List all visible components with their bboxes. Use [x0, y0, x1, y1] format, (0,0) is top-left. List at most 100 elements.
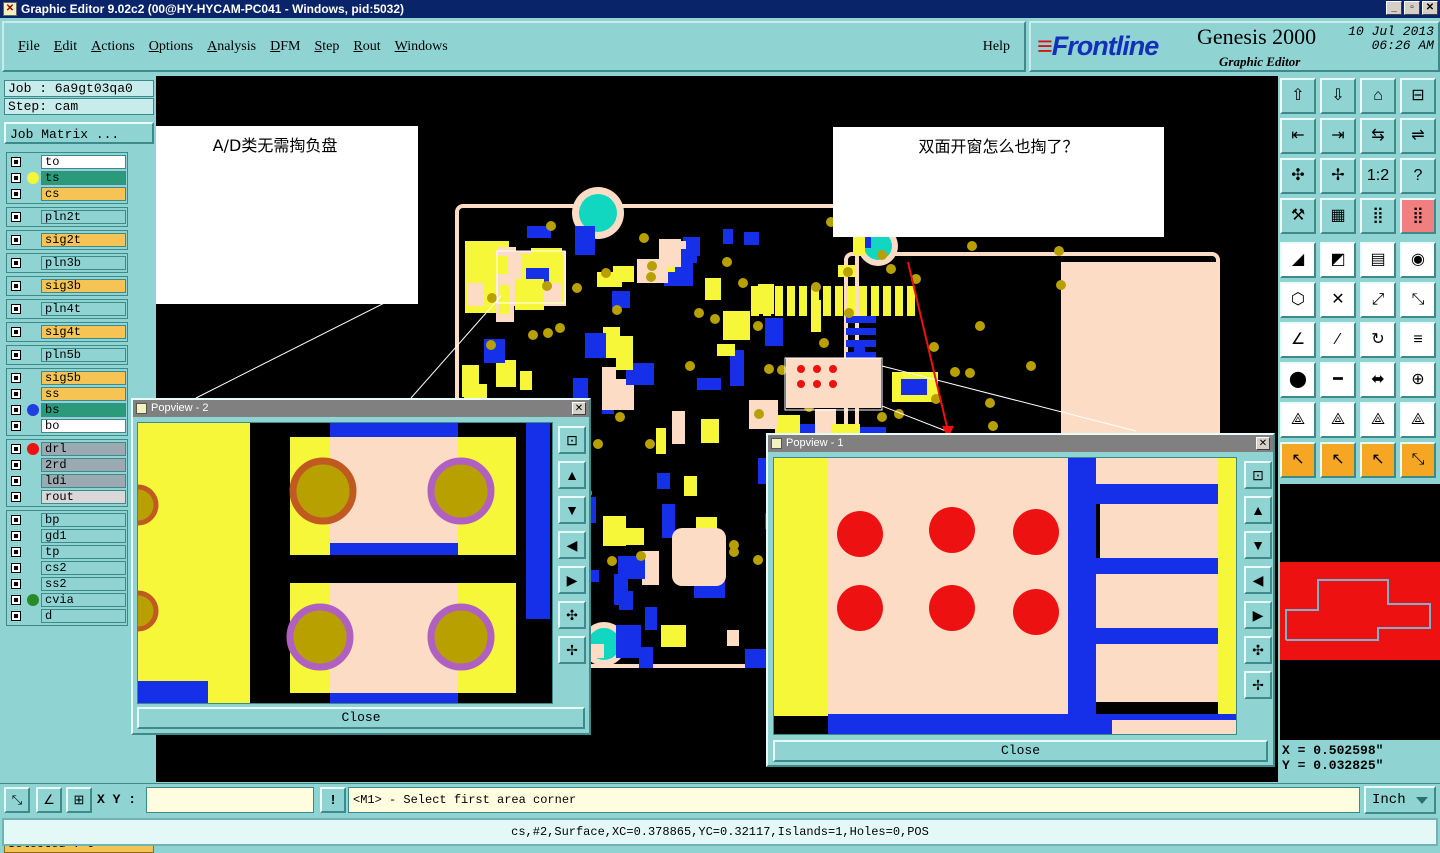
layer-row-2rd[interactable]: 2rd	[7, 457, 127, 473]
layer-checkbox[interactable]	[11, 531, 21, 541]
layer-name[interactable]: tp	[41, 545, 126, 559]
tool-button-icon[interactable]: ⟁	[1360, 402, 1396, 438]
popview-1-title-bar[interactable]: Popview - 1 ✕	[768, 435, 1273, 452]
layer-name[interactable]: cs2	[41, 561, 126, 575]
layer-row-tp[interactable]: tp	[7, 544, 127, 560]
layer-checkbox[interactable]	[11, 327, 21, 337]
layer-name[interactable]: d	[41, 609, 126, 623]
layer-checkbox[interactable]	[11, 579, 21, 589]
layer-name[interactable]: pln5b	[41, 348, 126, 362]
popview-1-canvas[interactable]	[773, 457, 1237, 735]
tool-button-icon[interactable]: ⇤	[1280, 118, 1316, 154]
menu-help[interactable]: Help	[983, 39, 1010, 55]
popview-2-canvas[interactable]	[137, 422, 553, 704]
popview-1-window[interactable]: Popview - 1 ✕ ⊡ ▲ ▼ ◀ ▶ ✣ ✢ Close	[766, 433, 1275, 767]
tool-button-icon[interactable]: ⣿	[1360, 198, 1396, 234]
menu-rout[interactable]: Rout	[353, 39, 380, 55]
tool-button-icon[interactable]: ✕	[1320, 282, 1356, 318]
layer-checkbox[interactable]	[11, 189, 21, 199]
layer-checkbox[interactable]	[11, 547, 21, 557]
pan-down-icon[interactable]: ▼	[1244, 531, 1272, 559]
layer-name[interactable]: to	[41, 155, 126, 169]
tool-button-icon[interactable]: ✣	[1280, 158, 1316, 194]
layer-name[interactable]: sig4t	[41, 325, 126, 339]
popview-1-close-button[interactable]: Close	[773, 740, 1268, 762]
measure-icon[interactable]: ∠	[36, 787, 62, 813]
zoom-fit-icon[interactable]: ⊡	[1244, 461, 1272, 489]
layer-checkbox[interactable]	[11, 563, 21, 573]
layer-row-bs[interactable]: bs	[7, 402, 127, 418]
zoom-in-icon[interactable]: ✢	[1244, 671, 1272, 699]
layer-row-ss2[interactable]: ss2	[7, 576, 127, 592]
layer-checkbox[interactable]	[11, 476, 21, 486]
pan-right-icon[interactable]: ▶	[1244, 601, 1272, 629]
tool-button-icon[interactable]: ≡	[1400, 322, 1436, 358]
layer-row-ts[interactable]: ts	[7, 170, 127, 186]
tool-button-icon[interactable]: ⚒	[1280, 198, 1316, 234]
menu-file[interactable]: File	[18, 39, 40, 55]
pan-up-icon[interactable]: ▲	[1244, 496, 1272, 524]
layer-checkbox[interactable]	[11, 611, 21, 621]
layer-checkbox[interactable]	[11, 235, 21, 245]
grid-icon[interactable]: ⊞	[66, 787, 92, 813]
layer-checkbox[interactable]	[11, 460, 21, 470]
layer-checkbox[interactable]	[11, 595, 21, 605]
maximize-button[interactable]: ▫	[1404, 1, 1420, 15]
tool-button-icon[interactable]: ↻	[1360, 322, 1396, 358]
popview-2-title-bar[interactable]: Popview - 2 ✕	[133, 400, 589, 417]
layer-name[interactable]: sig5b	[41, 371, 126, 385]
tool-button-icon[interactable]: ⣿	[1400, 198, 1436, 234]
warning-icon[interactable]: !	[320, 787, 346, 813]
popview-2-close-icon[interactable]: ✕	[572, 402, 586, 415]
tool-button-icon[interactable]: ⟁	[1280, 402, 1316, 438]
layer-name[interactable]: gd1	[41, 529, 126, 543]
layer-checkbox[interactable]	[11, 421, 21, 431]
tool-button-icon[interactable]: ⤢	[1360, 282, 1396, 318]
minimize-button[interactable]: _	[1386, 1, 1402, 15]
menu-analysis[interactable]: Analysis	[207, 39, 256, 55]
pan-left-icon[interactable]: ◀	[1244, 566, 1272, 594]
menu-windows[interactable]: Windows	[395, 39, 448, 55]
tool-button-icon[interactable]: ⊕	[1400, 362, 1436, 398]
menu-step[interactable]: Step	[314, 39, 339, 55]
xy-input[interactable]	[146, 787, 314, 813]
layer-name[interactable]: bo	[41, 419, 126, 433]
tool-button-icon[interactable]: ⇆	[1360, 118, 1396, 154]
layer-checkbox[interactable]	[11, 173, 21, 183]
popview-1-close-icon[interactable]: ✕	[1256, 437, 1270, 450]
layer-name[interactable]: pln2t	[41, 210, 126, 224]
layer-row-ss[interactable]: ss	[7, 386, 127, 402]
layer-name[interactable]: sig3b	[41, 279, 126, 293]
tool-button-icon[interactable]: ⇥	[1320, 118, 1356, 154]
layer-row-sig2t[interactable]: sig2t	[7, 232, 127, 248]
tool-button-icon[interactable]: ⇩	[1320, 78, 1356, 114]
layer-checkbox[interactable]	[11, 258, 21, 268]
layer-row-bp[interactable]: bp	[7, 512, 127, 528]
layer-name[interactable]: pln4t	[41, 302, 126, 316]
layer-checkbox[interactable]	[11, 212, 21, 222]
unit-selector[interactable]: Inch	[1364, 786, 1436, 814]
tool-button-icon[interactable]: ⇌	[1400, 118, 1436, 154]
layer-name[interactable]: ss	[41, 387, 126, 401]
layer-row-pln2t[interactable]: pln2t	[7, 209, 127, 225]
layer-checkbox[interactable]	[11, 373, 21, 383]
tool-button-icon[interactable]: ▤	[1360, 242, 1396, 278]
pan-right-icon[interactable]: ▶	[558, 566, 586, 594]
tool-button-icon[interactable]: ∠	[1280, 322, 1316, 358]
layer-row-sig4t[interactable]: sig4t	[7, 324, 127, 340]
layer-checkbox[interactable]	[11, 157, 21, 167]
pan-down-icon[interactable]: ▼	[558, 496, 586, 524]
layer-name[interactable]: sig2t	[41, 233, 126, 247]
layer-row-sig3b[interactable]: sig3b	[7, 278, 127, 294]
layer-name[interactable]: cs	[41, 187, 126, 201]
layer-name[interactable]: rout	[41, 490, 126, 504]
tool-button-icon[interactable]: ∕	[1320, 322, 1356, 358]
tool-button-icon[interactable]: ⤡	[1400, 282, 1436, 318]
tool-button-icon[interactable]: ▦	[1320, 198, 1356, 234]
layer-checkbox[interactable]	[11, 515, 21, 525]
layer-name[interactable]: ts	[41, 171, 126, 185]
layer-name[interactable]: drl	[41, 442, 126, 456]
zoom-out-icon[interactable]: ✣	[1244, 636, 1272, 664]
layer-name[interactable]: bs	[41, 403, 126, 417]
zoom-out-icon[interactable]: ✣	[558, 601, 586, 629]
